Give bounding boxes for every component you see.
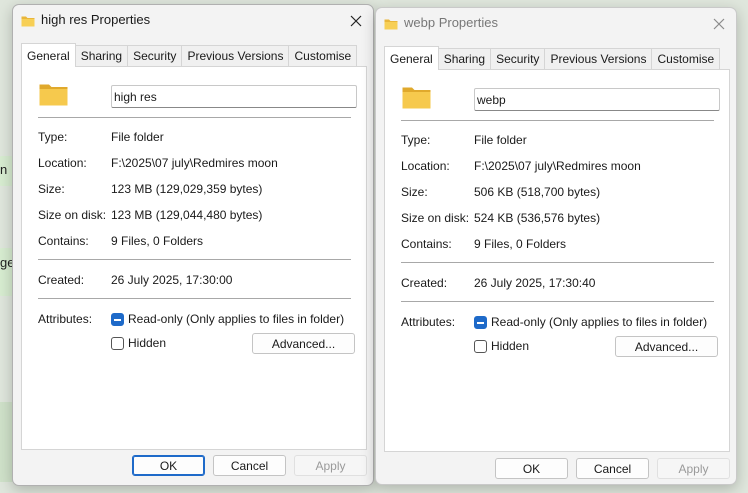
separator xyxy=(401,301,714,302)
location-value: F:\2025\07 july\Redmires moon xyxy=(111,156,278,170)
created-value: 26 July 2025, 17:30:40 xyxy=(474,276,596,290)
tab-strip: General Sharing Security Previous Versio… xyxy=(21,43,358,67)
read-only-label[interactable]: Read-only (Only applies to files in fold… xyxy=(491,315,707,329)
folder-icon xyxy=(384,19,398,30)
location-value: F:\2025\07 july\Redmires moon xyxy=(474,159,641,173)
ok-button[interactable]: OK xyxy=(132,455,205,476)
tab-previous-versions[interactable]: Previous Versions xyxy=(182,45,290,67)
advanced-button[interactable]: Advanced... xyxy=(615,336,718,357)
attributes-label: Attributes: xyxy=(401,315,456,329)
read-only-checkbox[interactable] xyxy=(111,313,124,326)
size-on-disk-label: Size on disk: xyxy=(38,208,107,222)
created-label: Created: xyxy=(38,273,85,287)
read-only-checkbox[interactable] xyxy=(474,316,487,329)
ok-button[interactable]: OK xyxy=(495,458,568,479)
size-label: Size: xyxy=(38,182,65,196)
hidden-checkbox[interactable] xyxy=(474,340,487,353)
apply-button[interactable]: Apply xyxy=(657,458,730,479)
type-label: Type: xyxy=(401,133,431,147)
tab-general[interactable]: General xyxy=(21,43,76,67)
type-label: Type: xyxy=(38,130,68,144)
read-only-label[interactable]: Read-only (Only applies to files in fold… xyxy=(128,312,344,326)
contains-label: Contains: xyxy=(38,234,89,248)
hidden-checkbox[interactable] xyxy=(111,337,124,350)
tab-security[interactable]: Security xyxy=(128,45,183,67)
size-value: 123 MB (129,029,359 bytes) xyxy=(111,182,263,196)
location-label: Location: xyxy=(38,156,87,170)
window-title: webp Properties xyxy=(404,15,498,30)
type-value: File folder xyxy=(474,133,527,147)
cancel-button[interactable]: Cancel xyxy=(576,458,649,479)
close-icon xyxy=(350,15,362,27)
created-label: Created: xyxy=(401,276,448,290)
general-panel: Type: File folder Location: F:\2025\07 j… xyxy=(384,69,730,452)
tab-sharing[interactable]: Sharing xyxy=(75,45,129,67)
separator xyxy=(401,120,714,121)
tab-strip: General Sharing Security Previous Versio… xyxy=(384,46,721,70)
background-chat-text: n a xyxy=(0,162,8,177)
hidden-label[interactable]: Hidden xyxy=(491,339,529,353)
separator xyxy=(38,298,351,299)
title-bar[interactable]: webp Properties xyxy=(376,8,736,40)
folder-icon xyxy=(39,84,68,106)
folder-icon xyxy=(21,16,35,27)
close-button[interactable] xyxy=(702,8,736,40)
apply-button[interactable]: Apply xyxy=(294,455,367,476)
separator xyxy=(38,117,351,118)
contains-label: Contains: xyxy=(401,237,452,251)
hidden-label[interactable]: Hidden xyxy=(128,336,166,350)
tab-customise[interactable]: Customise xyxy=(652,48,721,70)
close-icon xyxy=(713,18,725,30)
size-on-disk-value: 123 MB (129,044,480 bytes) xyxy=(111,208,263,222)
advanced-button[interactable]: Advanced... xyxy=(252,333,355,354)
tab-previous-versions[interactable]: Previous Versions xyxy=(545,48,653,70)
separator xyxy=(401,262,714,263)
tab-customise[interactable]: Customise xyxy=(289,45,358,67)
window-title: high res Properties xyxy=(41,12,151,27)
tab-security[interactable]: Security xyxy=(491,48,546,70)
contains-value: 9 Files, 0 Folders xyxy=(111,234,204,248)
close-button[interactable] xyxy=(339,5,373,37)
size-on-disk-label: Size on disk: xyxy=(401,211,470,225)
general-panel: Type: File folder Location: F:\2025\07 j… xyxy=(21,66,367,450)
size-value: 506 KB (518,700 bytes) xyxy=(474,185,601,199)
location-label: Location: xyxy=(401,159,450,173)
folder-name-input[interactable] xyxy=(474,88,720,111)
properties-window-high-res: high res Properties General Sharing Secu… xyxy=(12,4,374,486)
separator xyxy=(38,259,351,260)
tab-general[interactable]: General xyxy=(384,46,439,70)
created-value: 26 July 2025, 17:30:00 xyxy=(111,273,233,287)
properties-window-webp: webp Properties General Sharing Security… xyxy=(375,7,737,485)
folder-name-input[interactable] xyxy=(111,85,357,108)
size-label: Size: xyxy=(401,185,428,199)
title-bar[interactable]: high res Properties xyxy=(13,5,373,37)
cancel-button[interactable]: Cancel xyxy=(213,455,286,476)
folder-icon xyxy=(402,87,431,109)
contains-value: 9 Files, 0 Folders xyxy=(474,237,567,251)
type-value: File folder xyxy=(111,130,164,144)
tab-sharing[interactable]: Sharing xyxy=(438,48,492,70)
size-on-disk-value: 524 KB (536,576 bytes) xyxy=(474,211,601,225)
attributes-label: Attributes: xyxy=(38,312,93,326)
